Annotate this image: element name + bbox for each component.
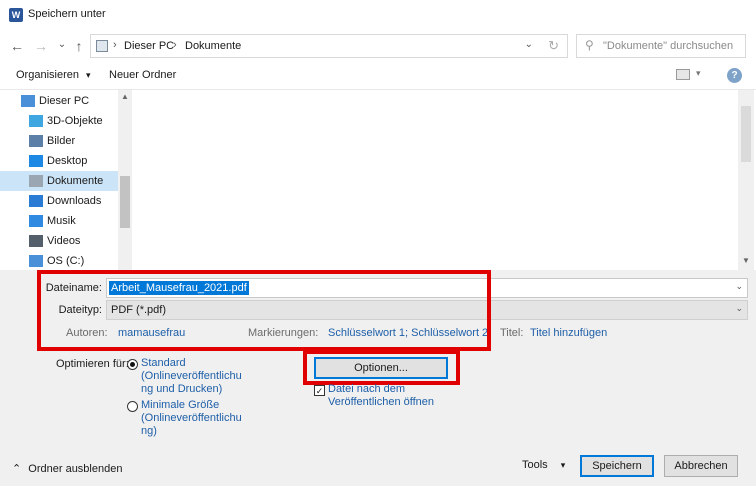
filetype-dropdown-icon[interactable]: ⌄ [735, 303, 743, 314]
drive-icon [29, 255, 43, 267]
address-dropdown-icon[interactable]: ⌄ [525, 39, 533, 50]
breadcrumb-separator: › [173, 39, 177, 51]
optimize-label: Optimieren für: [56, 358, 129, 370]
tools-label: Tools [522, 459, 548, 471]
filename-dropdown-icon[interactable]: ⌄ [735, 281, 743, 292]
videos-icon [29, 235, 43, 247]
option-line: Standard [141, 357, 186, 369]
new-folder-button[interactable]: Neuer Ordner [109, 69, 176, 81]
hide-folders-button[interactable]: ⌃ Ordner ausblenden [12, 462, 122, 475]
sidebar-item-label: Downloads [47, 195, 102, 207]
sidebar-item-label: Bilder [47, 135, 76, 147]
view-dropdown-icon[interactable]: ▾ [696, 68, 701, 79]
browser-area: Dieser PC 3D-Objekte Bilder Desktop Dokument… [0, 90, 756, 270]
navigation-bar: ← → ⌄ ↑ › Dieser PC › Dokumente ⌄ ↻ ⚲ "D… [0, 30, 756, 62]
sidebar-item[interactable]: Bilder [0, 131, 118, 151]
title-value[interactable]: Titel hinzufügen [530, 327, 607, 339]
view-options-icon[interactable] [676, 69, 690, 80]
cube-icon [29, 115, 43, 127]
organize-label: Organisieren [16, 69, 79, 81]
sidebar-item-label: Dieser PC [39, 95, 90, 107]
optimize-standard-label[interactable]: Standard (Onlineveröffentlichu ng und Dr… [141, 357, 242, 396]
toolbar: Organisieren ▾ Neuer Ordner ▾ ? [0, 62, 756, 90]
search-icon: ⚲ [585, 38, 594, 52]
organize-button[interactable]: Organisieren ▾ [16, 69, 91, 81]
optimize-minimal-label[interactable]: Minimale Größe (Onlineveröffentlichu ng) [141, 399, 242, 438]
scrollbar-thumb[interactable] [741, 106, 751, 162]
search-placeholder: "Dokumente" durchsuchen [603, 40, 734, 52]
download-icon [29, 195, 43, 207]
window-title: Speichern unter [28, 8, 106, 20]
address-bar[interactable]: › Dieser PC › Dokumente ⌄ ↻ [90, 34, 568, 58]
sidebar-item[interactable]: Dokumente [0, 171, 118, 191]
cancel-button[interactable]: Abbrechen [664, 455, 738, 477]
up-arrow-icon[interactable]: ↑ [71, 38, 87, 54]
navigation-scrollbar[interactable]: ▲ [118, 90, 132, 270]
save-form: Dateiname: Arbeit_Mausefrau_2021.pdf ⌄ D… [0, 270, 756, 486]
sidebar-item[interactable]: Desktop [0, 151, 118, 171]
open-after-publish-checkbox[interactable]: ✓ [314, 385, 325, 396]
sidebar-item[interactable]: 3D-Objekte [0, 111, 118, 131]
sidebar-item-label: Videos [47, 235, 81, 247]
option-line: Veröffentlichen öffnen [328, 396, 435, 408]
word-app-icon: W [9, 8, 23, 22]
option-line: ng und Drucken) [141, 383, 223, 395]
open-after-publish-label[interactable]: Datei nach dem Veröffentlichen öffnen [328, 383, 434, 409]
scrollbar-thumb[interactable] [120, 176, 130, 228]
sidebar-item-label: Musik [47, 215, 76, 227]
file-list[interactable] [134, 90, 738, 270]
option-line: (Onlineveröffentlichu [141, 412, 242, 424]
save-button[interactable]: Speichern [580, 455, 654, 477]
sidebar-item[interactable]: Dieser PC [0, 91, 118, 111]
scroll-up-icon[interactable]: ▲ [118, 92, 132, 101]
sidebar-item-label: Desktop [47, 155, 88, 167]
sidebar-item[interactable]: OS (C:) [0, 251, 118, 270]
navigation-pane: Dieser PC 3D-Objekte Bilder Desktop Dokument… [0, 90, 120, 270]
breadcrumb-dokumente[interactable]: Dokumente [185, 40, 241, 52]
breadcrumb-dieser-pc[interactable]: Dieser PC [124, 40, 174, 52]
sidebar-item-label: Dokumente [47, 175, 104, 187]
option-line: Datei nach dem [328, 383, 406, 395]
sidebar-item-label: OS (C:) [47, 255, 85, 267]
title-bar: W Speichern unter [0, 0, 756, 30]
hide-folders-label: Ordner ausblenden [28, 463, 123, 475]
option-line: Minimale Größe [141, 399, 220, 411]
organize-dropdown-icon: ▾ [86, 70, 91, 80]
scroll-down-icon[interactable]: ▼ [739, 256, 753, 265]
search-box[interactable]: ⚲ "Dokumente" durchsuchen [576, 34, 746, 58]
option-line: (Onlineveröffentlichu [141, 370, 242, 382]
sidebar-item[interactable]: Videos [0, 231, 118, 251]
sidebar-item[interactable]: Musik [0, 211, 118, 231]
pc-icon [21, 95, 35, 107]
file-list-scrollbar[interactable]: ▼ [738, 90, 754, 270]
optimize-standard-radio[interactable] [127, 359, 138, 370]
recent-locations-chevron-icon[interactable]: ⌄ [54, 37, 70, 53]
refresh-icon[interactable]: ↻ [548, 38, 559, 54]
back-arrow-icon[interactable]: ← [9, 38, 25, 54]
title-label: Titel: [500, 327, 524, 339]
chevron-up-icon: ⌃ [12, 463, 22, 475]
sidebar-item-label: 3D-Objekte [47, 115, 103, 127]
highlight-box [37, 270, 491, 351]
documents-icon [29, 175, 43, 187]
sidebar-item[interactable]: Downloads [0, 191, 118, 211]
help-icon[interactable]: ? [727, 68, 742, 83]
music-icon [29, 215, 43, 227]
option-line: ng) [141, 425, 157, 437]
tools-button[interactable]: Tools ▾ [522, 459, 565, 471]
breadcrumb-separator: › [113, 39, 117, 51]
forward-arrow-icon[interactable]: → [33, 38, 49, 54]
tools-dropdown-icon: ▾ [560, 460, 566, 470]
pictures-icon [29, 135, 43, 147]
options-button[interactable]: Optionen... [314, 357, 448, 379]
optimize-minimal-radio[interactable] [127, 401, 138, 412]
desktop-icon [29, 155, 43, 167]
pc-icon [96, 40, 108, 52]
